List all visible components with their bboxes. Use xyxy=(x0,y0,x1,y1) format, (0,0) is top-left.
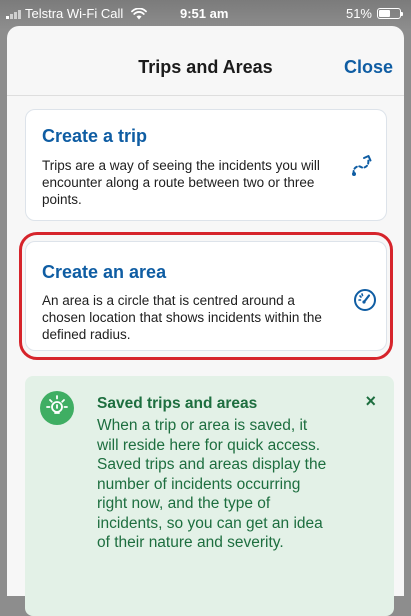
status-time: 9:51 am xyxy=(180,6,229,21)
create-area-card[interactable]: Create an area An area is a circle that … xyxy=(25,241,387,351)
info-title: Saved trips and areas xyxy=(97,395,258,412)
status-right: 51% xyxy=(345,6,403,21)
radius-gauge-icon xyxy=(354,289,376,311)
battery-percent: 51% xyxy=(345,6,372,21)
route-icon xyxy=(352,155,372,176)
battery-icon xyxy=(377,8,403,19)
saved-trips-info-panel: Saved trips and areas When a trip or are… xyxy=(25,376,394,616)
signal-icon xyxy=(6,9,21,19)
lightbulb-icon xyxy=(40,391,74,425)
create-trip-card[interactable]: Create a trip Trips are a way of seeing … xyxy=(25,109,387,221)
create-area-description: An area is a circle that is centred arou… xyxy=(42,293,322,342)
carrier-name: Telstra Wi-Fi Call xyxy=(25,6,124,21)
wifi-icon xyxy=(131,7,148,19)
sheet-header: Trips and Areas Close xyxy=(7,26,404,96)
create-trip-description: Trips are a way of seeing the incidents … xyxy=(42,158,320,207)
dismiss-button[interactable]: × xyxy=(365,391,376,412)
close-button[interactable]: Close xyxy=(344,57,393,78)
header-divider xyxy=(7,95,404,96)
status-left: Telstra Wi-Fi Call xyxy=(6,6,148,21)
create-area-title: Create an area xyxy=(42,262,167,282)
info-body: When a trip or area is saved, it will re… xyxy=(97,417,327,551)
trips-areas-sheet: Trips and Areas Close Create a trip Trip… xyxy=(7,26,404,616)
create-trip-title: Create a trip xyxy=(42,126,148,146)
